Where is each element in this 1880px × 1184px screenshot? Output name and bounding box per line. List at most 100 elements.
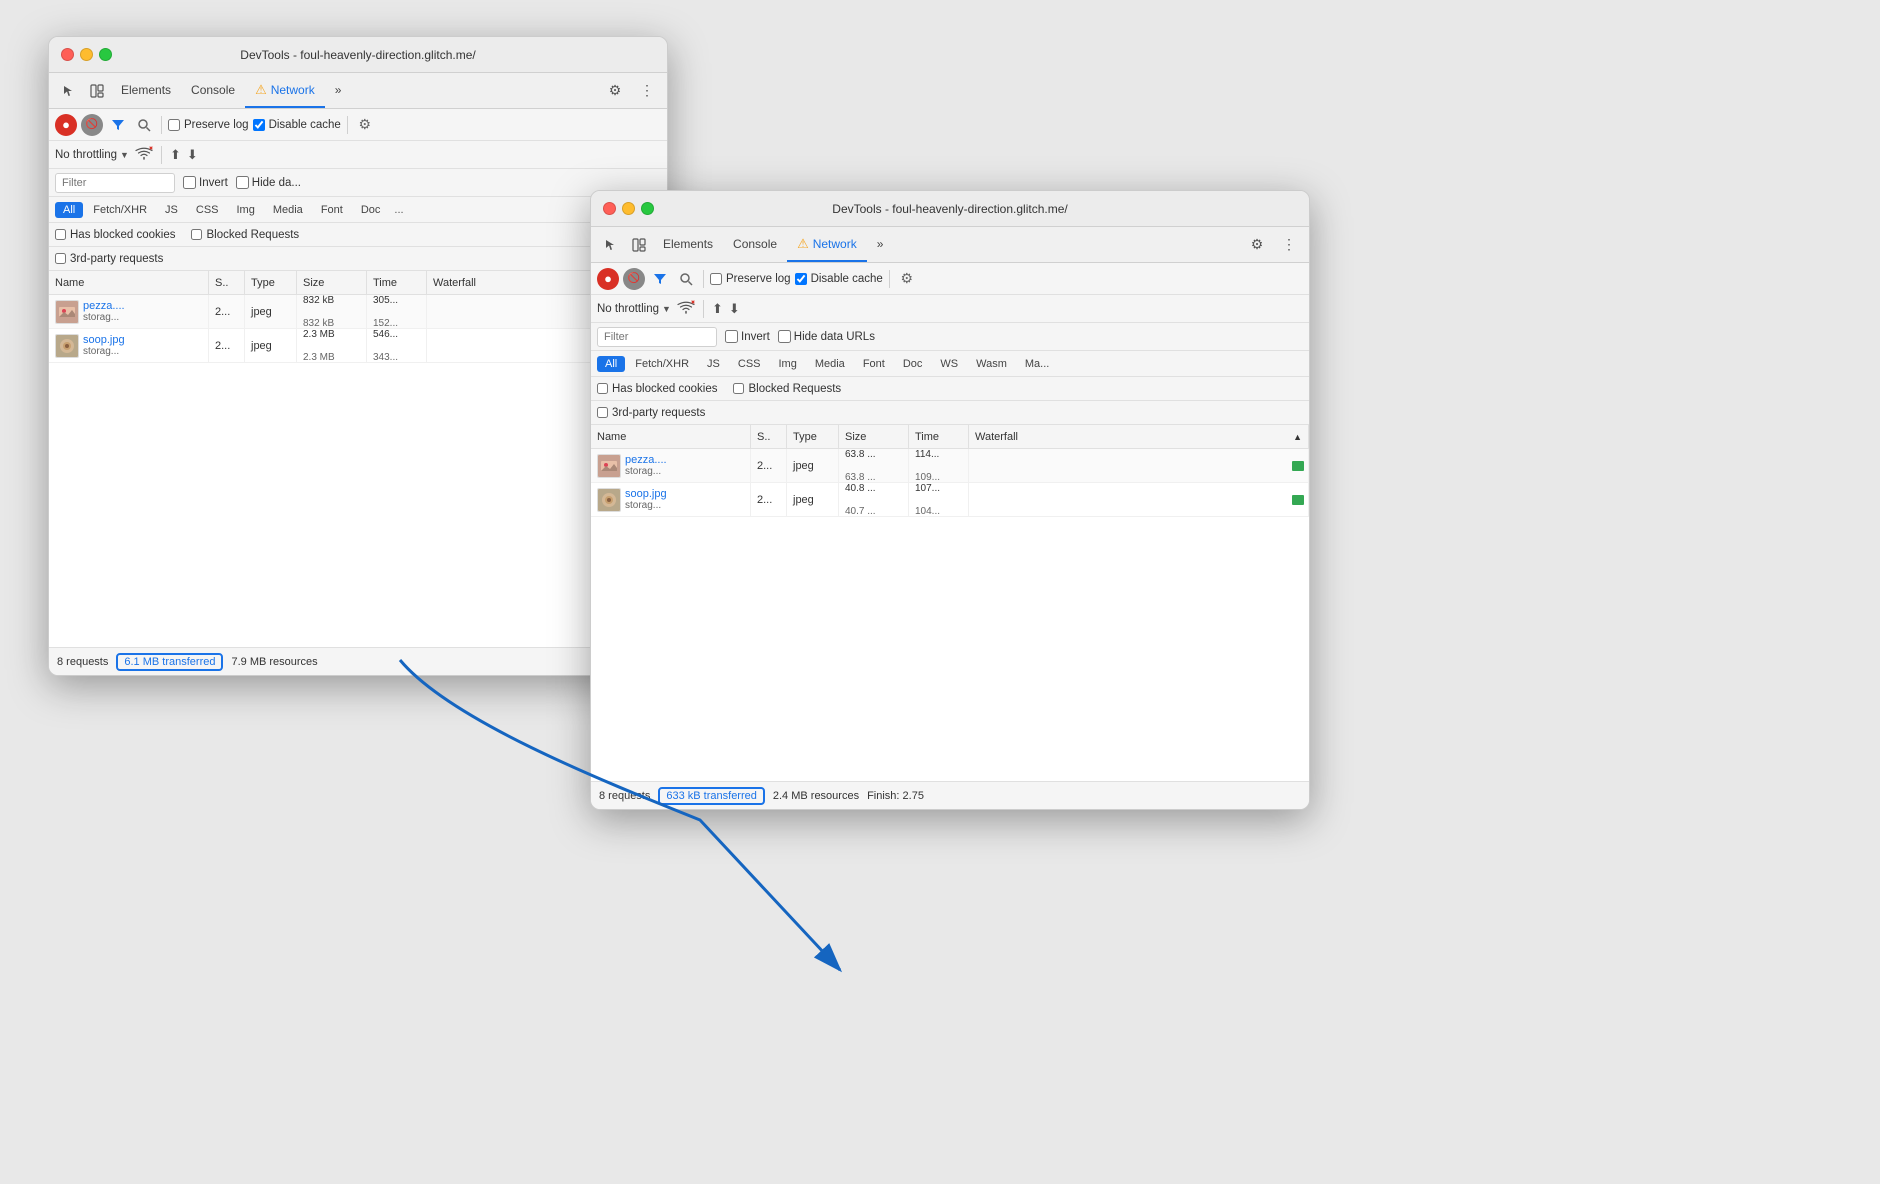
search-button-back[interactable]	[133, 114, 155, 136]
filter-input-front[interactable]	[597, 327, 717, 347]
throttle-select-back[interactable]: No throttling ▼	[55, 149, 129, 161]
tab-network-back[interactable]: ⚠ Network	[245, 73, 325, 108]
th-name-front[interactable]: Name	[591, 425, 751, 448]
cursor-icon-front[interactable]	[597, 231, 625, 259]
close-button-back[interactable]	[61, 48, 74, 61]
third-party-input-front[interactable]	[597, 407, 608, 418]
stop-button-front[interactable]: 🚫	[623, 268, 645, 290]
resource-tab-all-back[interactable]: All	[55, 202, 83, 218]
preserve-log-checkbox-back[interactable]: Preserve log	[168, 119, 249, 131]
th-time-back[interactable]: Time	[367, 271, 427, 294]
download-icon-back[interactable]: ⬇	[187, 147, 198, 163]
resource-tab-js-front[interactable]: JS	[699, 356, 728, 372]
third-party-input-back[interactable]	[55, 253, 66, 264]
resource-tab-img-front[interactable]: Img	[771, 356, 805, 372]
th-type-front[interactable]: Type	[787, 425, 839, 448]
settings-icon-back[interactable]: ⚙	[601, 77, 629, 105]
inspect-icon-back[interactable]	[83, 77, 111, 105]
tab-more-back[interactable]: »	[325, 73, 352, 108]
blocked-requests-input-front[interactable]	[733, 383, 744, 394]
download-icon-front[interactable]: ⬇	[729, 301, 740, 317]
th-size-back[interactable]: Size	[297, 271, 367, 294]
tab-elements-front[interactable]: Elements	[653, 227, 723, 262]
tab-console-back[interactable]: Console	[181, 73, 245, 108]
upload-icon-front[interactable]: ⬆	[712, 301, 723, 317]
has-blocked-cookies-back[interactable]: Has blocked cookies	[55, 229, 175, 241]
resource-tab-font-front[interactable]: Font	[855, 356, 893, 372]
search-button-front[interactable]	[675, 268, 697, 290]
more-vert-icon-back[interactable]: ⋮	[633, 77, 661, 105]
disable-cache-checkbox-back[interactable]: Disable cache	[253, 119, 341, 131]
maximize-button-back[interactable]	[99, 48, 112, 61]
resource-tab-media-back[interactable]: Media	[265, 202, 311, 218]
minimize-button-front[interactable]	[622, 202, 635, 215]
close-button-front[interactable]	[603, 202, 616, 215]
resource-tab-doc-front[interactable]: Doc	[895, 356, 931, 372]
upload-icon-back[interactable]: ⬆	[170, 147, 181, 163]
hide-data-input-back[interactable]	[236, 176, 249, 189]
resource-tab-media-front[interactable]: Media	[807, 356, 853, 372]
th-status-front[interactable]: S..	[751, 425, 787, 448]
th-size-front[interactable]: Size	[839, 425, 909, 448]
table-row-1-front[interactable]: pezza.... storag... 2... jpeg 63.8 ... 6…	[591, 449, 1309, 483]
filter-button-front[interactable]	[649, 268, 671, 290]
settings-icon-front[interactable]: ⚙	[1243, 231, 1271, 259]
preserve-log-input-back[interactable]	[168, 119, 180, 131]
th-waterfall-front[interactable]: Waterfall ▲	[969, 425, 1309, 448]
resource-tab-css-back[interactable]: CSS	[188, 202, 227, 218]
blocked-requests-input-back[interactable]	[191, 229, 202, 240]
resource-tab-doc-back[interactable]: Doc	[353, 202, 389, 218]
table-row-1-back[interactable]: pezza.... storag... 2... jpeg 832 kB 832…	[49, 295, 667, 329]
third-party-front[interactable]: 3rd-party requests	[597, 407, 705, 419]
invert-input-front[interactable]	[725, 330, 738, 343]
invert-checkbox-back[interactable]: Invert	[183, 176, 228, 189]
record-button-front[interactable]: ●	[597, 268, 619, 290]
gear-icon-back[interactable]: ⚙	[354, 114, 376, 136]
preserve-log-input-front[interactable]	[710, 273, 722, 285]
th-status-back[interactable]: S..	[209, 271, 245, 294]
stop-button-back[interactable]: 🚫	[81, 114, 103, 136]
invert-input-back[interactable]	[183, 176, 196, 189]
cursor-icon-back[interactable]	[55, 77, 83, 105]
resource-tab-ws-front[interactable]: WS	[932, 356, 966, 372]
resource-tab-fetch-back[interactable]: Fetch/XHR	[85, 202, 155, 218]
preserve-log-checkbox-front[interactable]: Preserve log	[710, 273, 791, 285]
resource-tab-font-back[interactable]: Font	[313, 202, 351, 218]
record-button-back[interactable]: ●	[55, 114, 77, 136]
resource-tab-img-back[interactable]: Img	[229, 202, 263, 218]
tab-more-front[interactable]: »	[867, 227, 894, 262]
tab-console-front[interactable]: Console	[723, 227, 787, 262]
th-type-back[interactable]: Type	[245, 271, 297, 294]
th-name-back[interactable]: Name	[49, 271, 209, 294]
tab-elements-back[interactable]: Elements	[111, 73, 181, 108]
resource-tab-wasm-front[interactable]: Wasm	[968, 356, 1015, 372]
third-party-back[interactable]: 3rd-party requests	[55, 253, 163, 265]
resource-tab-ma-front[interactable]: Ma...	[1017, 356, 1057, 372]
blocked-requests-front[interactable]: Blocked Requests	[733, 383, 841, 395]
disable-cache-input-front[interactable]	[795, 273, 807, 285]
throttle-select-front[interactable]: No throttling ▼	[597, 303, 671, 315]
maximize-button-front[interactable]	[641, 202, 654, 215]
invert-checkbox-front[interactable]: Invert	[725, 330, 770, 343]
filter-button-back[interactable]	[107, 114, 129, 136]
resource-tab-css-front[interactable]: CSS	[730, 356, 769, 372]
hide-data-input-front[interactable]	[778, 330, 791, 343]
blocked-requests-back[interactable]: Blocked Requests	[191, 229, 299, 241]
resource-tab-js-back[interactable]: JS	[157, 202, 186, 218]
minimize-button-back[interactable]	[80, 48, 93, 61]
disable-cache-checkbox-front[interactable]: Disable cache	[795, 273, 883, 285]
filter-input-back[interactable]	[55, 173, 175, 193]
resource-tab-fetch-front[interactable]: Fetch/XHR	[627, 356, 697, 372]
tab-network-front[interactable]: ⚠ Network	[787, 227, 867, 262]
more-vert-icon-front[interactable]: ⋮	[1275, 231, 1303, 259]
resource-tab-all-front[interactable]: All	[597, 356, 625, 372]
hide-data-checkbox-front[interactable]: Hide data URLs	[778, 330, 875, 343]
inspect-icon-front[interactable]	[625, 231, 653, 259]
disable-cache-input-back[interactable]	[253, 119, 265, 131]
has-blocked-cookies-front[interactable]: Has blocked cookies	[597, 383, 717, 395]
hide-data-checkbox-back[interactable]: Hide da...	[236, 176, 301, 189]
has-blocked-cookies-input-back[interactable]	[55, 229, 66, 240]
gear-icon-front[interactable]: ⚙	[896, 268, 918, 290]
table-row-2-back[interactable]: soop.jpg storag... 2... jpeg 2.3 MB 2.3 …	[49, 329, 667, 363]
th-time-front[interactable]: Time	[909, 425, 969, 448]
